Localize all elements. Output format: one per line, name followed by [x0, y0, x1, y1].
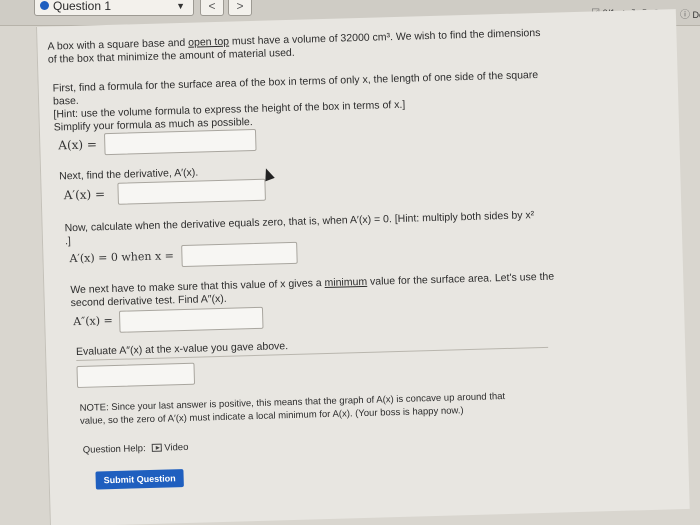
- critical-point-input[interactable]: [181, 241, 298, 268]
- step3-line1: Now, calculate when the derivative equal…: [64, 209, 535, 235]
- question-select-label: Question 1: [53, 0, 112, 13]
- video-label: Video: [164, 441, 189, 454]
- question-status-dot: [40, 1, 49, 10]
- derivative-label: A′(x) =: [63, 187, 106, 203]
- previous-question-button[interactable]: <: [200, 0, 224, 16]
- details-link[interactable]: ⓘ De: [680, 6, 700, 21]
- video-link[interactable]: Video: [152, 441, 189, 454]
- second-derivative-label: A″(x) =: [73, 313, 113, 329]
- details-label: De: [692, 10, 700, 20]
- next-question-button[interactable]: >: [228, 0, 252, 16]
- step4-line1: We next have to make sure that this valu…: [70, 271, 554, 298]
- intro-text-b: must have a volume of 32000 cm³. We wish…: [228, 26, 541, 48]
- critical-point-label: A′(x) = 0 when x =: [69, 249, 175, 266]
- step1-line1: First, find a formula for the surface ar…: [52, 69, 539, 95]
- video-icon: [152, 443, 163, 452]
- evaluate-input[interactable]: [76, 362, 196, 388]
- submit-question-button[interactable]: Submit Question: [95, 469, 184, 490]
- chevron-down-icon: ▼: [176, 1, 185, 11]
- question-help: Question Help: Video: [83, 441, 189, 457]
- derivative-input[interactable]: [117, 178, 266, 205]
- step4-minimum: minimum: [324, 275, 368, 290]
- question-select[interactable]: Question 1 ▼: [34, 0, 194, 16]
- question-card: A box with a square base and open top mu…: [36, 9, 690, 525]
- surface-area-input[interactable]: [103, 128, 257, 156]
- step3-line2: .]: [64, 235, 72, 248]
- help-label: Question Help:: [82, 443, 146, 456]
- intro-open-top: open top: [188, 35, 230, 49]
- second-derivative-input[interactable]: [118, 306, 264, 333]
- step1-line2: base.: [52, 94, 79, 108]
- surface-area-label: A(x) =: [58, 137, 98, 153]
- step4-text-b: value for the surface area. Let's use th…: [366, 270, 555, 288]
- info-icon: ⓘ: [679, 10, 690, 21]
